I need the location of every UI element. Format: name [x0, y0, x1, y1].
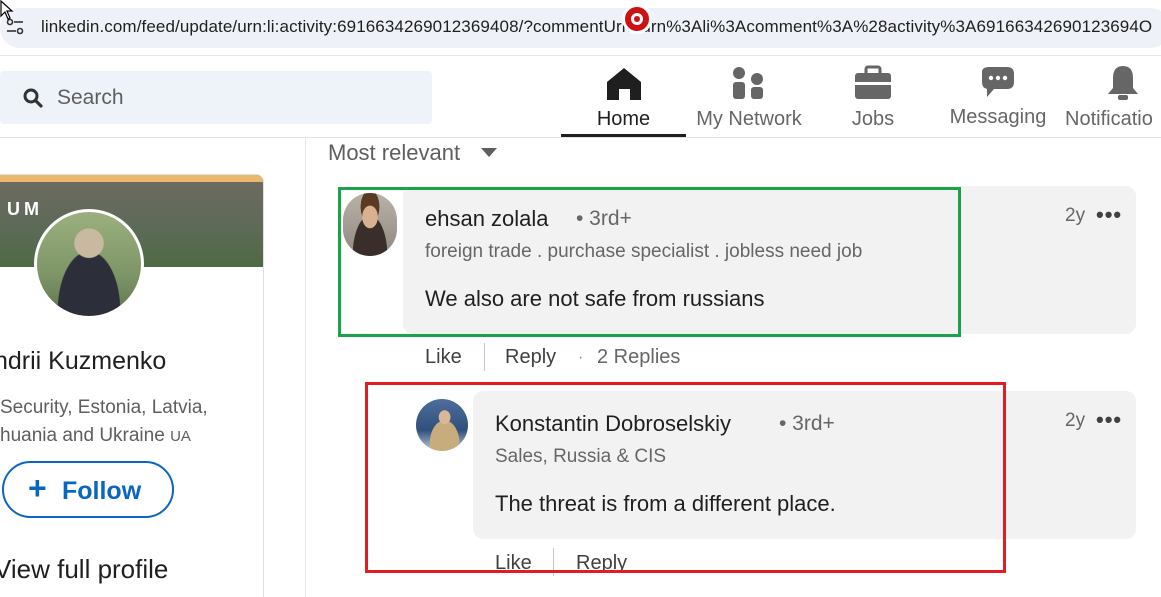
- browser-address-bar: linkedin.com/feed/update/urn:li:activity…: [0, 0, 1161, 56]
- plus-icon: +: [28, 470, 47, 506]
- reply-timestamp: 2y: [1065, 410, 1086, 431]
- bell-icon: [1108, 66, 1138, 100]
- nav-messaging-label: Messaging: [949, 106, 1047, 128]
- nav-jobs[interactable]: Jobs: [832, 56, 914, 138]
- search-input[interactable]: Search: [0, 71, 432, 124]
- red-highlight-box: [365, 382, 1006, 573]
- home-notification-badge: [622, 4, 652, 34]
- briefcase-icon: [855, 65, 891, 99]
- nav-home-label: Home: [596, 108, 651, 130]
- messaging-icon: [982, 67, 1014, 97]
- reply-more-options-icon[interactable]: •••: [1096, 409, 1122, 431]
- ukraine-flag-label: UA: [170, 428, 191, 445]
- site-settings-icon[interactable]: [5, 17, 25, 37]
- screen: linkedin.com/feed/update/urn:li:activity…: [0, 0, 1161, 597]
- follow-button-label: Follow: [62, 477, 142, 505]
- nav-notifications-label: Notificatio: [1065, 108, 1153, 130]
- profile-headline-line2: huania and Ukraine: [0, 425, 165, 446]
- url-text[interactable]: linkedin.com/feed/update/urn:li:activity…: [41, 17, 1152, 37]
- action-divider: [484, 343, 485, 371]
- home-icon: [606, 68, 641, 100]
- nav-messaging[interactable]: Messaging: [944, 56, 1052, 138]
- nav-my-network-label: My Network: [696, 108, 802, 130]
- sort-dropdown[interactable]: Most relevant: [328, 140, 460, 166]
- profile-card: UM: [0, 174, 264, 597]
- profile-headline-line1: Security, Estonia, Latvia,: [0, 397, 208, 418]
- banner-text: UM: [7, 199, 43, 219]
- network-icon: [733, 67, 763, 99]
- mouse-cursor-icon: [0, 0, 14, 20]
- green-highlight-box: [338, 187, 961, 337]
- nav-home[interactable]: Home: [561, 56, 686, 137]
- nav-jobs-label: Jobs: [851, 108, 895, 130]
- banner-accent: [0, 175, 263, 182]
- separator-dot: ·: [578, 349, 584, 366]
- caret-down-icon[interactable]: [481, 148, 497, 157]
- replies-count-link[interactable]: 2 Replies: [597, 346, 680, 369]
- top-nav: Search Home My Network Jobs Messaging No…: [0, 56, 1161, 138]
- nav-my-network[interactable]: My Network: [688, 56, 810, 138]
- profile-name[interactable]: ndrii Kuzmenko: [0, 347, 166, 376]
- search-placeholder: Search: [57, 86, 124, 109]
- view-full-profile-link[interactable]: View full profile: [0, 554, 168, 585]
- profile-headline: Security, Estonia, Latvia, huania and Uk…: [0, 394, 250, 451]
- search-icon: [23, 88, 43, 108]
- follow-button[interactable]: + Follow: [2, 461, 174, 518]
- comment-timestamp: 2y: [1065, 205, 1086, 226]
- profile-avatar[interactable]: [34, 209, 144, 319]
- nav-notifications[interactable]: Notificatio: [1062, 56, 1161, 138]
- like-button[interactable]: Like: [425, 346, 462, 369]
- reply-button[interactable]: Reply: [505, 346, 556, 369]
- more-options-icon[interactable]: •••: [1096, 204, 1122, 226]
